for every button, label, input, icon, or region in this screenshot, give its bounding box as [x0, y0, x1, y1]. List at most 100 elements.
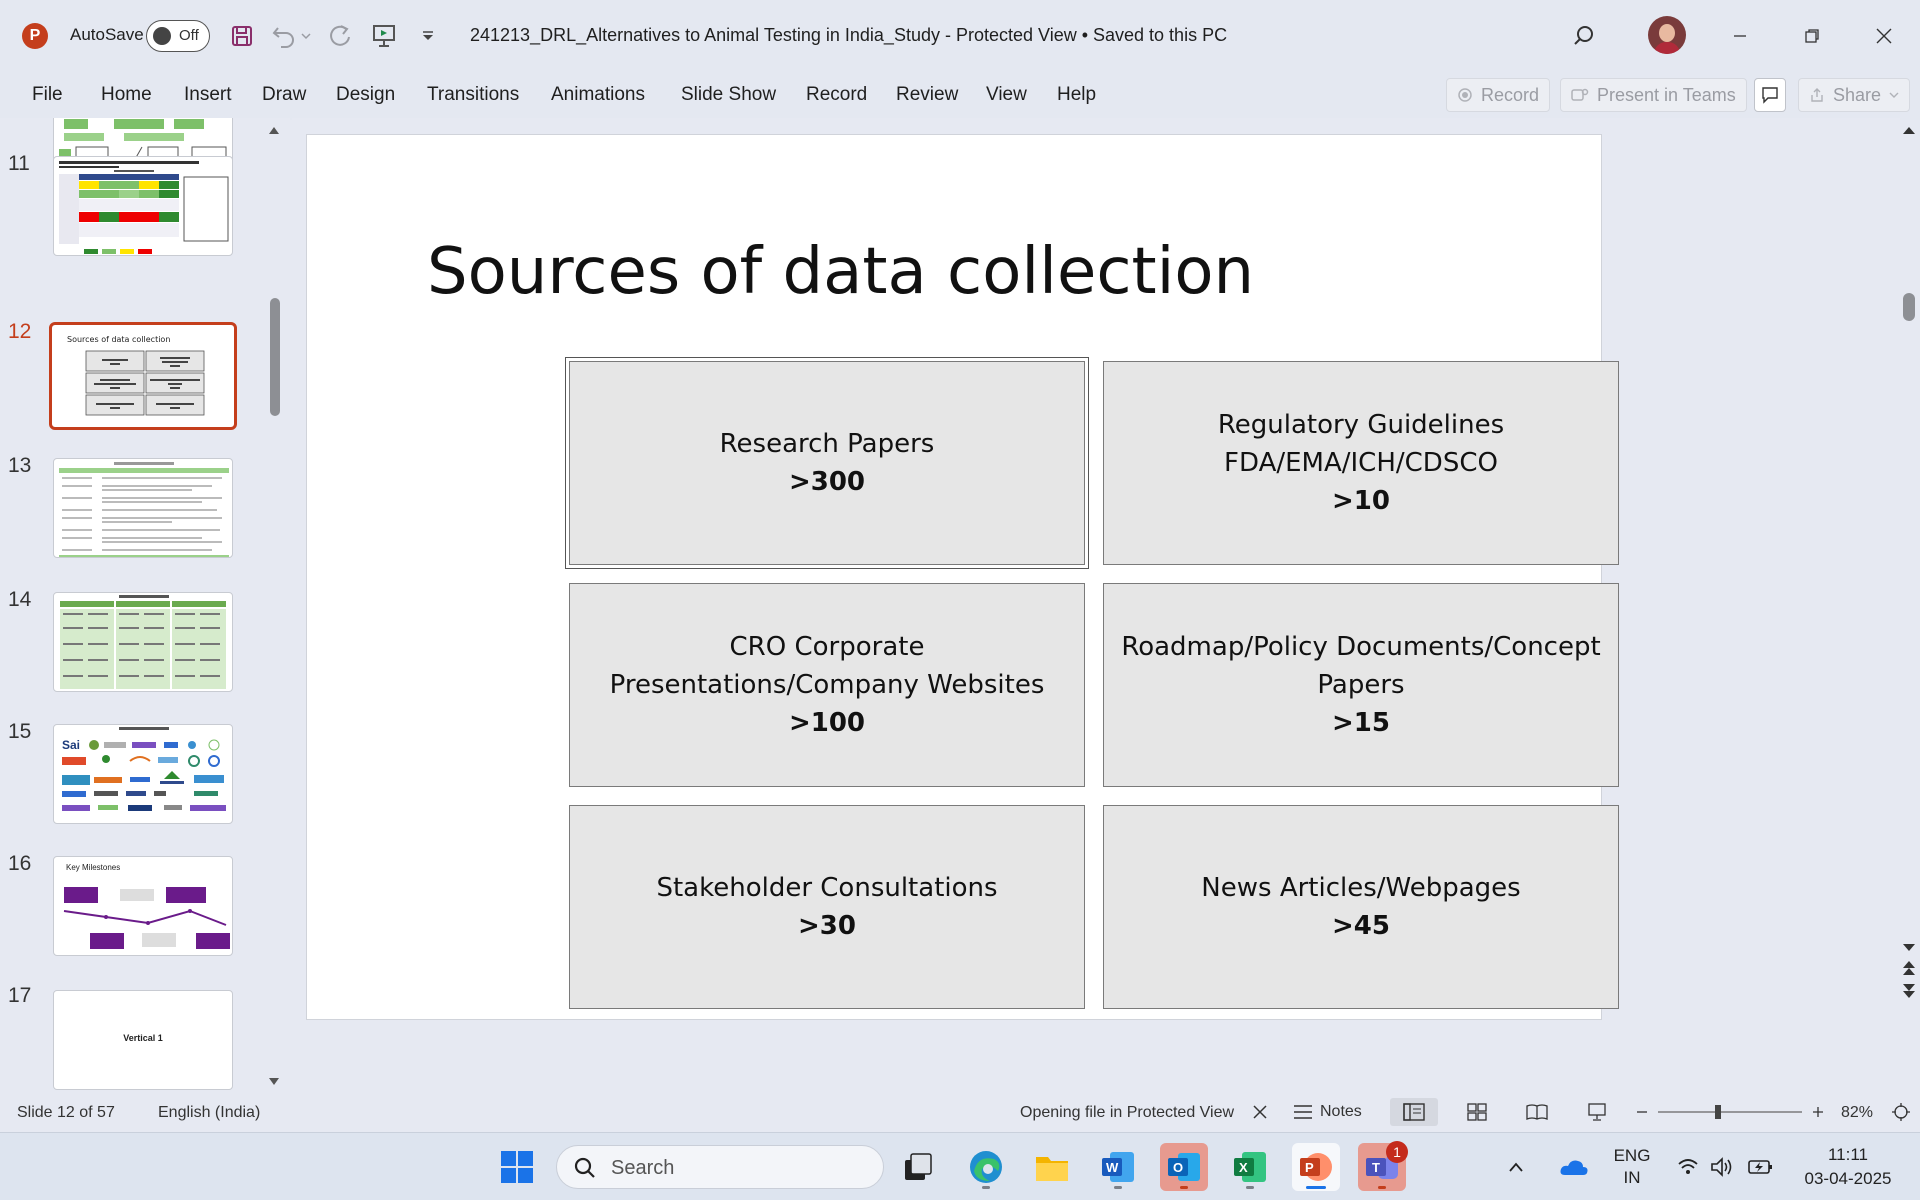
previous-slide-icon — [1903, 961, 1915, 975]
taskbar-search-box[interactable]: Search — [556, 1145, 884, 1189]
start-presentation-icon[interactable] — [368, 20, 400, 52]
slide-thumbnail-13[interactable] — [53, 458, 233, 558]
tab-insert[interactable]: Insert — [184, 84, 232, 106]
source-box-research-papers[interactable]: Research Papers >300 — [565, 357, 1089, 569]
tab-review[interactable]: Review — [896, 84, 958, 106]
autosave-toggle[interactable]: Off — [146, 20, 210, 52]
thumbnail-scrollbar[interactable] — [266, 118, 282, 1092]
notes-button[interactable]: Notes — [1292, 1098, 1362, 1126]
source-box-news-articles[interactable]: News Articles/Webpages >45 — [1103, 805, 1619, 1009]
search-icon[interactable] — [1568, 20, 1600, 52]
status-bar: Slide 12 of 57 English (India) Opening f… — [0, 1092, 1920, 1132]
volume-icon[interactable] — [1706, 1143, 1738, 1191]
tab-transitions[interactable]: Transitions — [427, 84, 519, 106]
slide-scrollbar-thumb[interactable] — [1903, 293, 1915, 321]
task-view-icon[interactable] — [894, 1143, 942, 1191]
tab-animations[interactable]: Animations — [551, 84, 645, 106]
slide-thumbnail-11[interactable] — [53, 156, 233, 256]
slide-thumbnail-16[interactable]: Key Milestones — [53, 856, 233, 956]
comments-button[interactable] — [1754, 78, 1786, 112]
box-label: News Articles/Webpages — [1201, 873, 1521, 903]
dismiss-message-icon[interactable] — [1250, 1098, 1270, 1126]
active-indicator — [1306, 1186, 1326, 1189]
chevron-up-icon[interactable] — [1500, 1143, 1532, 1191]
source-box-cro-presentations[interactable]: CRO Corporate Presentations/Company Webs… — [569, 583, 1085, 787]
input-language-indicator[interactable]: ENG IN — [1610, 1145, 1654, 1189]
tab-record[interactable]: Record — [806, 84, 867, 106]
close-icon[interactable] — [1866, 18, 1902, 54]
source-box-regulatory-guidelines[interactable]: Regulatory Guidelines FDA/EMA/ICH/CDSCO … — [1103, 361, 1619, 565]
language-indicator[interactable]: English (India) — [158, 1104, 260, 1122]
tab-file[interactable]: File — [32, 84, 63, 106]
thumbnail-number: 15 — [8, 720, 32, 743]
region-code: IN — [1623, 1168, 1641, 1187]
user-avatar[interactable] — [1648, 16, 1686, 54]
box-label: FDA/EMA/ICH/CDSCO — [1224, 448, 1498, 478]
reading-view-icon[interactable] — [1520, 1098, 1554, 1126]
zoom-slider[interactable] — [1656, 1098, 1804, 1126]
tab-home[interactable]: Home — [101, 84, 152, 106]
fit-to-window-icon[interactable] — [1888, 1098, 1914, 1126]
box-label: Regulatory Guidelines — [1217, 410, 1505, 440]
save-icon[interactable] — [226, 20, 258, 52]
customize-toolbar-icon[interactable] — [412, 20, 444, 52]
zoom-out-icon[interactable] — [1632, 1098, 1652, 1126]
svg-text:O: O — [1173, 1160, 1183, 1175]
normal-view-icon[interactable] — [1390, 1098, 1438, 1126]
zoom-in-icon[interactable] — [1808, 1098, 1828, 1126]
excel-app-icon[interactable]: X — [1226, 1143, 1274, 1191]
battery-charging-icon[interactable] — [1744, 1143, 1776, 1191]
box-label: Presentations/Company Websites — [609, 670, 1045, 700]
box-count: >10 — [1332, 486, 1390, 516]
taskbar-search-placeholder: Search — [611, 1157, 675, 1179]
thumbnail-scrollbar-thumb[interactable] — [270, 298, 280, 416]
onedrive-icon[interactable] — [1554, 1143, 1594, 1191]
slide-thumbnail-14[interactable] — [53, 592, 233, 692]
file-explorer-icon[interactable] — [1028, 1143, 1076, 1191]
word-app-icon[interactable]: W — [1094, 1143, 1142, 1191]
system-clock[interactable]: 11:11 03-04-2025 — [1800, 1143, 1896, 1191]
slide-scrollbar[interactable] — [1898, 118, 1920, 1092]
undo-dropdown-icon[interactable] — [296, 20, 316, 52]
share-button[interactable]: Share — [1798, 78, 1911, 112]
zoom-level[interactable]: 82% — [1841, 1104, 1873, 1122]
running-indicator — [982, 1186, 990, 1189]
running-indicator — [1246, 1186, 1254, 1189]
wifi-icon[interactable] — [1672, 1143, 1704, 1191]
minimize-icon[interactable] — [1722, 18, 1758, 54]
search-icon — [574, 1157, 595, 1178]
running-indicator — [1180, 1186, 1188, 1189]
tab-draw[interactable]: Draw — [262, 84, 306, 106]
slide-thumbnail-17[interactable]: Vertical 1 — [53, 990, 233, 1090]
edge-browser-icon[interactable] — [962, 1143, 1010, 1191]
tab-design[interactable]: Design — [336, 84, 395, 106]
teams-app-icon[interactable]: T 1 — [1358, 1141, 1408, 1191]
thumbnail-number-active: 12 — [8, 320, 32, 343]
thumbnail-number: 11 — [8, 152, 30, 175]
scroll-up-icon — [1903, 127, 1915, 134]
autosave-state: Off — [179, 27, 199, 44]
record-label: Record — [1481, 84, 1540, 105]
source-box-stakeholder-consultations[interactable]: Stakeholder Consultations >30 — [569, 805, 1085, 1009]
record-button[interactable]: Record — [1446, 78, 1551, 112]
slide-thumbnail-15[interactable]: Sai — [53, 724, 233, 824]
tab-slide-show[interactable]: Slide Show — [681, 84, 776, 106]
slide-thumbnail-12-selected[interactable]: Sources of data collection — [49, 322, 237, 430]
autosave-label: AutoSave — [70, 25, 144, 44]
slide-sorter-icon[interactable] — [1460, 1098, 1494, 1126]
restore-icon[interactable] — [1794, 18, 1830, 54]
powerpoint-app-icon[interactable]: P — [1292, 1143, 1340, 1191]
tab-help[interactable]: Help — [1057, 84, 1096, 106]
outlook-app-icon[interactable]: O — [1160, 1143, 1208, 1191]
slide-show-view-icon[interactable] — [1580, 1098, 1614, 1126]
slide-canvas[interactable]: Sources of data collection Research Pape… — [306, 134, 1619, 1020]
source-box-roadmap-policy[interactable]: Roadmap/Policy Documents/Concept Papers … — [1103, 583, 1619, 787]
share-icon — [1811, 88, 1823, 102]
redo-icon[interactable] — [324, 20, 356, 52]
tab-view[interactable]: View — [986, 84, 1027, 106]
scroll-down-icon — [1903, 944, 1915, 951]
windows-start-icon[interactable] — [493, 1143, 541, 1191]
slide-title[interactable]: Sources of data collection — [427, 235, 1254, 309]
present-in-teams-button[interactable]: Present in Teams — [1560, 78, 1747, 112]
box-label: Research Papers — [719, 429, 935, 459]
